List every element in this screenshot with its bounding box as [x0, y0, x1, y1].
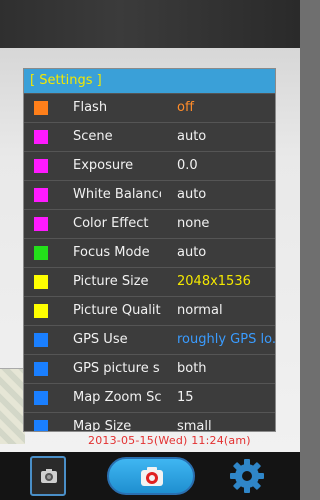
settings-row[interactable]: White Balance auto [24, 180, 275, 209]
setting-value: 15 [177, 390, 194, 405]
shutter-button[interactable] [107, 457, 195, 495]
setting-color-swatch [34, 391, 48, 405]
setting-color-swatch [34, 420, 48, 431]
setting-value: roughly GPS lo... [177, 332, 275, 347]
timestamp-overlay: 2013-05-15(Wed) 11:24(am) [88, 434, 251, 447]
setting-color-swatch [34, 333, 48, 347]
setting-value: auto [177, 129, 207, 144]
setting-value: auto [177, 187, 207, 202]
settings-row[interactable]: Exposure 0.0 [24, 151, 275, 180]
settings-row[interactable]: Color Effect none [24, 209, 275, 238]
setting-color-swatch [34, 130, 48, 144]
setting-label: GPS Use [73, 332, 128, 347]
setting-label: Scene [73, 129, 113, 144]
settings-row[interactable]: Scene auto [24, 122, 275, 151]
setting-value: 0.0 [177, 158, 198, 173]
settings-row[interactable]: Picture Size 2048x1536 [24, 267, 275, 296]
gallery-button[interactable] [30, 456, 66, 496]
setting-value: none [177, 216, 210, 231]
setting-value: off [177, 100, 194, 115]
setting-color-swatch [34, 188, 48, 202]
setting-label: Picture Size [73, 274, 149, 289]
setting-label: Focus Mode [73, 245, 150, 260]
setting-color-swatch [34, 275, 48, 289]
setting-color-swatch [34, 159, 48, 173]
camera-icon [141, 467, 163, 486]
setting-label: GPS picture s... [73, 361, 161, 376]
setting-value: both [177, 361, 207, 376]
settings-list: Flash off Scene auto Exposure 0.0 White Balanc… [24, 93, 275, 432]
setting-color-swatch [34, 362, 48, 376]
setting-label: Flash [73, 100, 108, 115]
settings-row[interactable]: GPS Use roughly GPS lo... [24, 325, 275, 354]
settings-title: [ Settings ] [24, 69, 275, 93]
setting-value: auto [177, 245, 207, 260]
settings-row[interactable]: Focus Mode auto [24, 238, 275, 267]
setting-label: Exposure [73, 158, 134, 173]
setting-label: Picture Quality [73, 303, 161, 318]
map-overlay-fragment [0, 368, 25, 444]
settings-row[interactable]: Picture Quality normal [24, 296, 275, 325]
setting-color-swatch [34, 101, 48, 115]
preview-dark-area [0, 0, 300, 48]
setting-label: Color Effect [73, 216, 149, 231]
settings-row[interactable]: Map Zoom Sc... 15 [24, 383, 275, 412]
setting-color-swatch [34, 217, 48, 231]
settings-row[interactable]: Flash off [24, 93, 275, 122]
setting-value: 2048x1536 [177, 274, 251, 289]
setting-color-swatch [34, 304, 48, 318]
gear-icon[interactable] [227, 456, 267, 496]
setting-label: White Balance [73, 187, 161, 202]
camera-thumbnail-icon [41, 469, 57, 483]
setting-value: normal [177, 303, 223, 318]
setting-label: Map Size [73, 419, 132, 432]
settings-row[interactable]: Map Size small [24, 412, 275, 432]
setting-label: Map Zoom Sc... [73, 390, 161, 405]
settings-panel: [ Settings ] Flash off Scene auto Exposure 0.… [23, 68, 276, 432]
setting-value: small [177, 419, 212, 432]
setting-color-swatch [34, 246, 48, 260]
settings-row[interactable]: GPS picture s... both [24, 354, 275, 383]
